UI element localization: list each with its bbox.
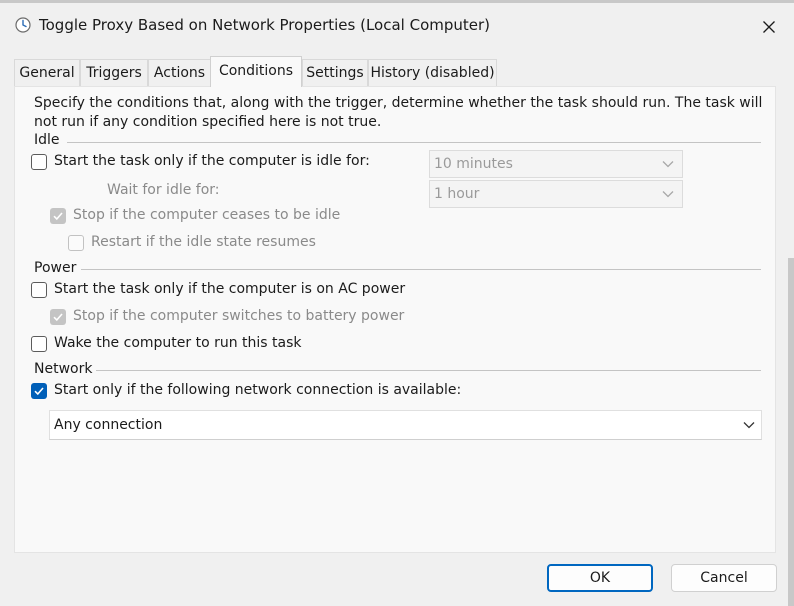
start-if-idle-checkbox[interactable] xyxy=(31,154,47,170)
wait-duration-value: 1 hour xyxy=(434,186,480,202)
chevron-down-icon xyxy=(662,191,674,198)
conditions-description: Specify the conditions that, along with … xyxy=(34,95,763,130)
idle-section-label: Idle xyxy=(34,132,60,148)
power-section-divider xyxy=(81,269,761,270)
conditions-panel: Specify the conditions that, along with … xyxy=(14,86,776,553)
wait-duration-dropdown[interactable]: 1 hour xyxy=(429,180,683,208)
wake-computer-label: Wake the computer to run this task xyxy=(54,335,302,351)
ac-power-label: Start the task only if the computer is o… xyxy=(54,281,406,297)
stop-if-ceases-idle-checkbox[interactable] xyxy=(50,208,66,224)
title-bar: Toggle Proxy Based on Network Properties… xyxy=(0,3,794,47)
tab-triggers[interactable]: Triggers xyxy=(80,59,148,86)
stop-on-battery-checkbox[interactable] xyxy=(50,309,66,325)
checkmark-icon xyxy=(53,313,63,322)
window-title: Toggle Proxy Based on Network Properties… xyxy=(39,16,491,34)
checkmark-icon xyxy=(34,387,44,396)
clock-icon xyxy=(15,17,31,33)
network-connection-value: Any connection xyxy=(54,417,163,433)
wake-computer-checkbox[interactable] xyxy=(31,336,47,352)
checkmark-icon xyxy=(53,212,63,221)
network-condition-label: Start only if the following network conn… xyxy=(54,382,462,398)
tab-settings[interactable]: Settings xyxy=(302,59,368,86)
wait-for-idle-label: Wait for idle for: xyxy=(107,182,220,198)
network-condition-checkbox[interactable] xyxy=(31,383,47,399)
power-section-label: Power xyxy=(34,260,77,276)
idle-duration-value: 10 minutes xyxy=(434,156,513,172)
idle-section-divider xyxy=(67,142,761,143)
stop-on-battery-label: Stop if the computer switches to battery… xyxy=(73,308,405,324)
idle-duration-dropdown[interactable]: 10 minutes xyxy=(429,150,683,178)
background-window-edge-right xyxy=(788,258,794,606)
tab-actions[interactable]: Actions xyxy=(148,59,211,86)
cancel-button[interactable]: Cancel xyxy=(671,564,777,592)
chevron-down-icon xyxy=(662,161,674,168)
close-icon xyxy=(763,21,775,33)
close-button[interactable] xyxy=(755,13,783,41)
ok-button[interactable]: OK xyxy=(547,564,653,592)
chevron-down-icon xyxy=(743,422,755,429)
network-section-label: Network xyxy=(34,361,93,377)
tab-history[interactable]: History (disabled) xyxy=(368,59,497,86)
start-if-idle-label: Start the task only if the computer is i… xyxy=(54,153,370,169)
restart-if-idle-resumes-checkbox[interactable] xyxy=(68,235,84,251)
dialog-window: Toggle Proxy Based on Network Properties… xyxy=(0,0,794,606)
tab-conditions[interactable]: Conditions xyxy=(210,56,302,87)
restart-if-idle-resumes-label: Restart if the idle state resumes xyxy=(91,234,316,250)
stop-if-ceases-idle-label: Stop if the computer ceases to be idle xyxy=(73,207,341,223)
tab-general[interactable]: General xyxy=(14,59,80,86)
network-section-divider xyxy=(96,370,761,371)
ac-power-checkbox[interactable] xyxy=(31,282,47,298)
network-connection-dropdown[interactable]: Any connection xyxy=(49,410,762,440)
